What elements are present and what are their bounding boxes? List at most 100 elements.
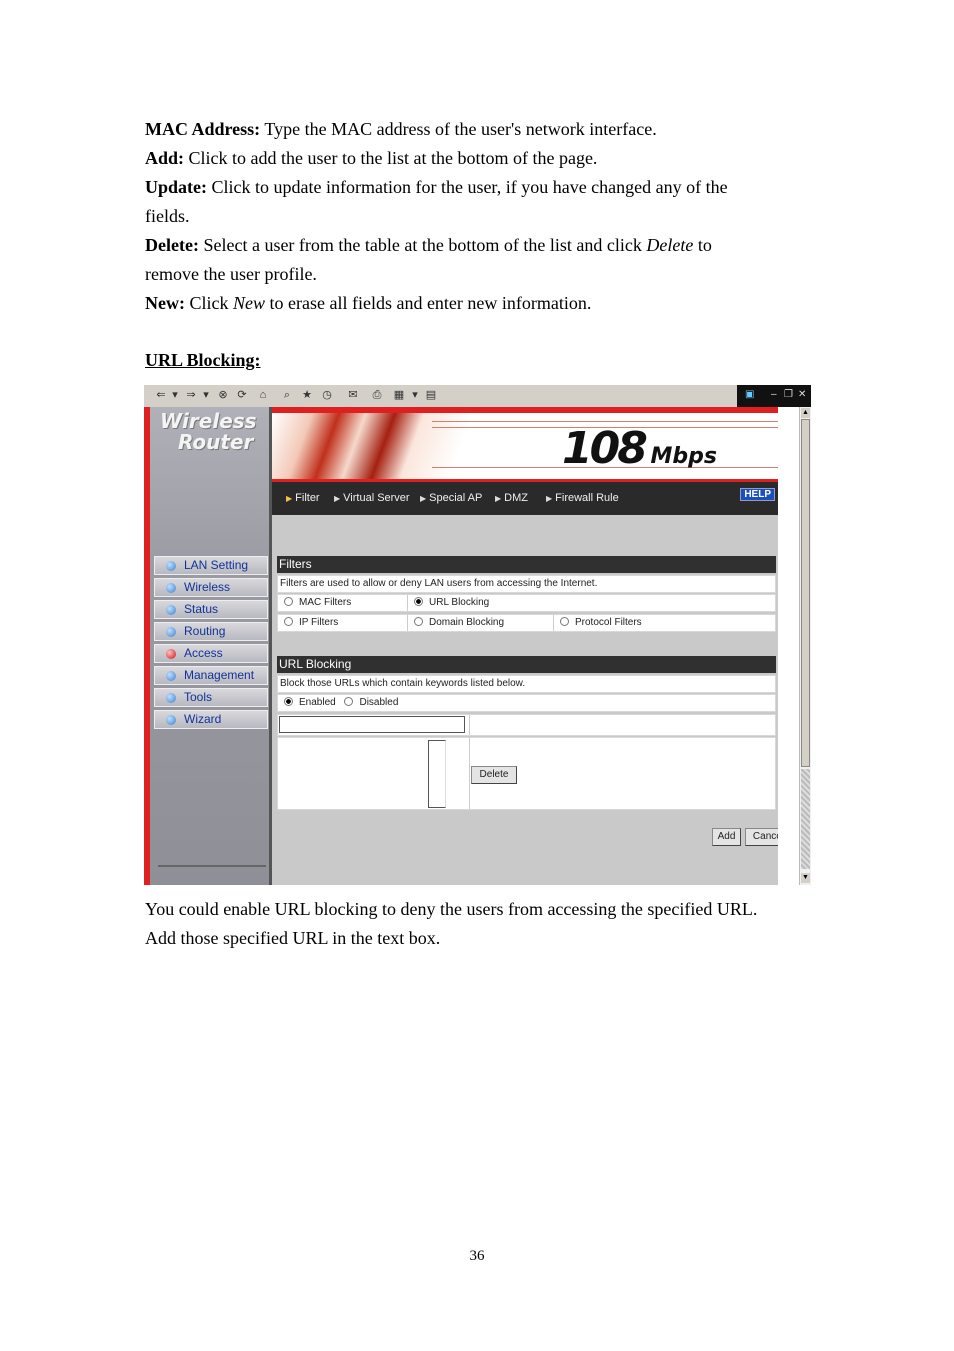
- tab-filter[interactable]: Filter: [286, 492, 319, 504]
- content-area: Filters Filters are used to allow or den…: [272, 515, 792, 885]
- new-desc: Click: [184, 293, 233, 313]
- bullet-icon: [166, 627, 176, 637]
- search-icon[interactable]: ⌕: [280, 388, 294, 402]
- dropdown-arrow-icon[interactable]: ▾: [199, 388, 213, 402]
- favorites-icon[interactable]: ★: [300, 388, 314, 402]
- update-desc-cont: fields.: [145, 206, 190, 226]
- dropdown-arrow-icon[interactable]: ▾: [168, 388, 182, 402]
- sidebar-item-label: Tools: [184, 690, 213, 704]
- refresh-icon[interactable]: ⟳: [235, 388, 249, 402]
- filters-options-row1: MAC Filters URL Blocking: [277, 594, 776, 612]
- header-banner: 108 Mbps: [272, 407, 778, 479]
- scroll-thumb[interactable]: [801, 419, 810, 767]
- sidebar-item-label: Management: [184, 668, 255, 682]
- url-blocking-header: URL Blocking: [277, 656, 776, 673]
- sidebar-item-label: Access: [184, 646, 223, 660]
- new-em: New: [232, 293, 265, 313]
- filters-desc-row: Filters are used to allow or deny LAN us…: [277, 575, 776, 593]
- brand-line2: Router: [178, 430, 254, 454]
- url-blocking-desc-row: Block those URLs which contain keywords …: [277, 675, 776, 693]
- scroll-track[interactable]: [801, 769, 810, 869]
- sidebar-item-tools[interactable]: Tools: [154, 688, 268, 707]
- url-keyword-input[interactable]: [279, 716, 465, 733]
- add-button[interactable]: Add: [712, 828, 741, 846]
- domain-blocking-radio[interactable]: [414, 617, 423, 626]
- delete-button[interactable]: Delete: [471, 766, 517, 784]
- close-icon[interactable]: ✕: [798, 389, 806, 400]
- protocol-filters-option[interactable]: Protocol Filters: [554, 615, 777, 631]
- mac-filters-option[interactable]: MAC Filters: [278, 595, 408, 611]
- help-button[interactable]: HELP: [740, 488, 775, 501]
- stop-icon[interactable]: ⊗: [216, 388, 230, 402]
- vertical-scrollbar[interactable]: ▲ ▼: [799, 407, 811, 885]
- sidebar-item-management[interactable]: Management: [154, 666, 268, 685]
- print-icon[interactable]: ⎙: [370, 388, 384, 402]
- add-paragraph: Add: Click to add the user to the list a…: [145, 144, 597, 173]
- domain-blocking-option[interactable]: Domain Blocking: [408, 615, 554, 631]
- windows-logo-icon: ▣: [745, 389, 755, 400]
- banner-art: [272, 413, 472, 479]
- filters-options-row2: IP Filters Domain Blocking Protocol Filt…: [277, 614, 776, 632]
- disabled-radio[interactable]: [344, 697, 354, 706]
- url-list-box[interactable]: [428, 740, 446, 808]
- dropdown-arrow-icon[interactable]: ▾: [408, 388, 422, 402]
- cell-divider: [469, 715, 470, 735]
- minimize-icon[interactable]: –: [771, 389, 777, 400]
- delete-term: Delete:: [145, 235, 199, 255]
- filters-header: Filters: [277, 556, 776, 573]
- home-icon[interactable]: ⌂: [256, 388, 270, 402]
- sidebar-item-lan-setting[interactable]: LAN Setting: [154, 556, 268, 575]
- bullet-icon: [166, 671, 176, 681]
- restore-icon[interactable]: ❐: [784, 389, 793, 400]
- sidebar-item-label: Status: [184, 602, 219, 616]
- update-term: Update:: [145, 177, 207, 197]
- protocol-filters-radio[interactable]: [560, 617, 569, 626]
- speed-number: 108: [562, 423, 648, 474]
- bullet-icon: [166, 693, 176, 703]
- back-icon[interactable]: ⇐: [154, 388, 168, 402]
- caption-line2: Add those specified URL in the text box.: [145, 928, 441, 948]
- ip-filters-option[interactable]: IP Filters: [278, 615, 408, 631]
- add-term: Add:: [145, 148, 185, 168]
- scroll-down-icon[interactable]: ▼: [801, 873, 810, 883]
- discuss-icon[interactable]: ▤: [424, 388, 438, 402]
- page-margin: [778, 407, 799, 885]
- url-input-row: [277, 714, 776, 736]
- new-after: to erase all fields and enter new inform…: [265, 293, 592, 313]
- mac-address-term: MAC Address:: [145, 119, 261, 139]
- sidebar-item-access[interactable]: Access: [154, 644, 268, 663]
- sidebar-item-wireless[interactable]: Wireless: [154, 578, 268, 597]
- section-heading: URL Blocking:: [145, 350, 261, 370]
- tab-firewall-rule[interactable]: Firewall Rule: [546, 492, 619, 504]
- url-blocking-state-row: Enabled Disabled: [277, 694, 776, 712]
- forward-icon[interactable]: ⇒: [184, 388, 198, 402]
- caption-line1: You could enable URL blocking to deny th…: [145, 899, 758, 919]
- bullet-icon: [166, 649, 176, 659]
- sidebar-item-routing[interactable]: Routing: [154, 622, 268, 641]
- tab-virtual-server[interactable]: Virtual Server: [334, 492, 409, 504]
- edit-icon[interactable]: ▦: [392, 388, 406, 402]
- bullet-icon: [166, 605, 176, 615]
- ip-filters-radio[interactable]: [284, 617, 293, 626]
- bullet-icon: [166, 715, 176, 725]
- update-paragraph: Update: Click to update information for …: [145, 173, 728, 202]
- sidebar-item-status[interactable]: Status: [154, 600, 268, 619]
- url-blocking-radio[interactable]: [414, 597, 423, 606]
- mac-filters-radio[interactable]: [284, 597, 293, 606]
- history-icon[interactable]: ◷: [320, 388, 334, 402]
- new-term: New:: [145, 293, 185, 313]
- scroll-up-icon[interactable]: ▲: [801, 408, 810, 418]
- sidebar-item-label: LAN Setting: [184, 558, 249, 572]
- url-blocking-option[interactable]: URL Blocking: [408, 595, 777, 611]
- sidebar-item-wizard[interactable]: Wizard: [154, 710, 268, 729]
- nav-divider: [158, 865, 266, 867]
- enabled-radio[interactable]: [284, 697, 293, 706]
- speed-unit: Mbps: [650, 444, 717, 469]
- update-desc: Click to update information for the user…: [207, 177, 728, 197]
- enabled-label: Enabled: [299, 697, 336, 708]
- tab-special-ap[interactable]: Special AP: [420, 492, 482, 504]
- sidebar-item-label: Wizard: [184, 712, 222, 726]
- mail-icon[interactable]: ✉: [346, 388, 360, 402]
- tab-dmz[interactable]: DMZ: [495, 492, 528, 504]
- delete-after: to: [693, 235, 712, 255]
